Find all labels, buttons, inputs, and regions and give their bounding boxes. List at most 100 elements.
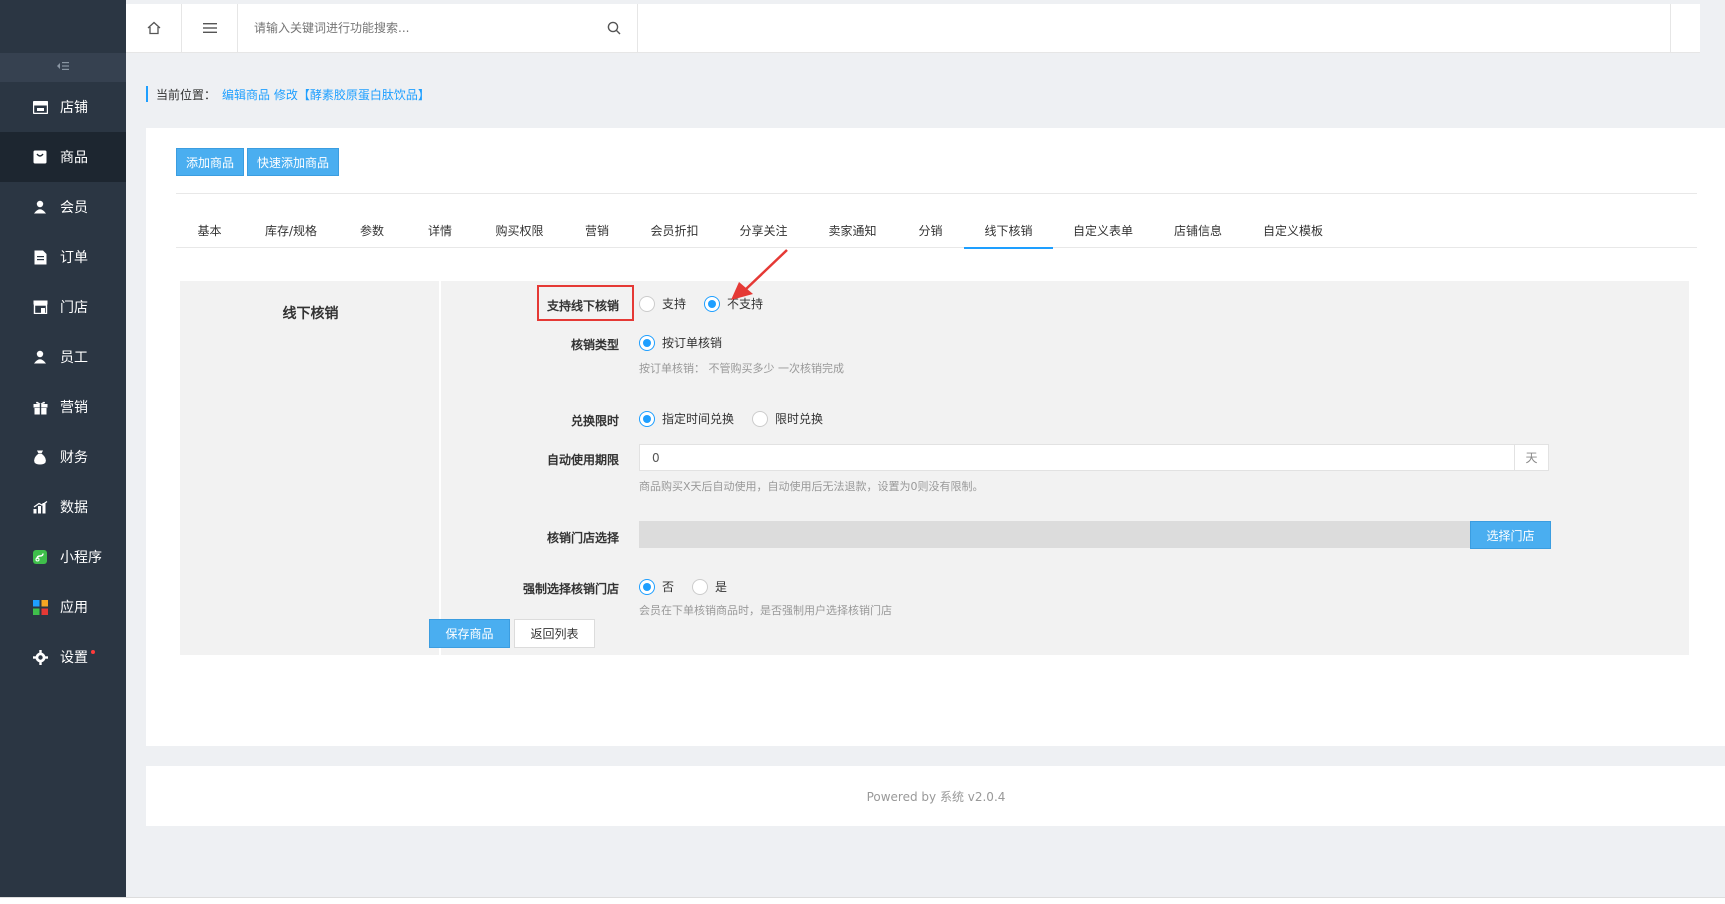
redeem-limit-label: 兑换限时 bbox=[570, 414, 619, 428]
main-panel: 添加商品 快速添加商品 基本 库存/规格 参数 详情 购买权限 营销 会员折扣 分享关注 卖家通… bbox=[146, 128, 1725, 746]
radio-force-yes[interactable]: 是 bbox=[692, 578, 727, 595]
select-store-button[interactable]: 选择门店 bbox=[1470, 521, 1551, 549]
force-store-radios: 否 是 bbox=[639, 578, 745, 595]
sidebar-item-8[interactable]: 数据 bbox=[0, 482, 126, 532]
home-button[interactable] bbox=[126, 3, 182, 53]
footer: Powered by 系统 v2.0.4 bbox=[146, 766, 1725, 826]
verify-type-radios: 按订单核销 bbox=[639, 334, 740, 351]
notification-dot bbox=[91, 650, 95, 654]
miniprogram-icon bbox=[32, 549, 48, 565]
sidebar-item-0[interactable]: 店铺 bbox=[0, 82, 126, 132]
radio-by-order[interactable]: 按订单核销 bbox=[639, 334, 722, 351]
sidebar-item-5[interactable]: 员工 bbox=[0, 332, 126, 382]
tab-8[interactable]: 卖家通知 bbox=[808, 212, 897, 248]
auto-use-input[interactable] bbox=[640, 445, 1514, 470]
bottom-strip bbox=[0, 897, 1725, 904]
auto-use-unit: 天 bbox=[1514, 445, 1548, 470]
member-icon bbox=[32, 199, 48, 215]
tab-3[interactable]: 详情 bbox=[405, 212, 475, 248]
radio-specified-time[interactable]: 指定时间兑换 bbox=[639, 410, 734, 427]
auto-use-label: 自动使用期限 bbox=[546, 453, 619, 467]
sidebar-item-4[interactable]: 门店 bbox=[0, 282, 126, 332]
sidebar-item-label: 订单 bbox=[60, 250, 88, 266]
tab-6[interactable]: 会员折扣 bbox=[630, 212, 719, 248]
form-fields: 支持线下核销 支持 不支持 核销类型 按订单核销 按订单核销： 不管购买多少 一… bbox=[443, 249, 1689, 655]
force-store-hint: 会员在下单核销商品时，是否强制用户选择核销门店 bbox=[639, 604, 892, 617]
top-bar bbox=[126, 3, 1700, 53]
sidebar-item-label: 财务 bbox=[60, 450, 88, 466]
finance-icon bbox=[32, 449, 48, 465]
search-bar bbox=[238, 3, 638, 53]
sidebar-item-6[interactable]: 营销 bbox=[0, 382, 126, 432]
collapse-icon bbox=[57, 62, 69, 73]
arrow-annotation bbox=[731, 249, 788, 300]
auto-use-field: 天 bbox=[639, 444, 1549, 471]
force-store-label: 强制选择核销门店 bbox=[522, 582, 619, 596]
tab-4[interactable]: 购买权限 bbox=[475, 212, 564, 248]
goods-icon bbox=[32, 149, 48, 165]
redeem-limit-radios: 指定时间兑换 限时兑换 bbox=[639, 410, 841, 427]
sidebar-item-label: 店铺 bbox=[60, 100, 88, 116]
offline-verify-form: 线下核销 支持线下核销 支持 不支持 核销类型 按订单核销 按订单核销： 不管购… bbox=[180, 249, 1689, 655]
store-icon bbox=[32, 99, 48, 115]
sidebar-item-9[interactable]: 小程序 bbox=[0, 532, 126, 582]
sidebar-item-10[interactable]: 应用 bbox=[0, 582, 126, 632]
radio-support[interactable]: 支持 bbox=[639, 295, 686, 312]
tab-13[interactable]: 自定义模板 bbox=[1243, 212, 1343, 248]
sidebar-item-1[interactable]: 商品 bbox=[0, 132, 126, 182]
radio-limited-time[interactable]: 限时兑换 bbox=[752, 410, 823, 427]
sidebar-item-3[interactable]: 订单 bbox=[0, 232, 126, 282]
sidebar-item-label: 员工 bbox=[60, 350, 88, 366]
tab-0[interactable]: 基本 bbox=[176, 212, 243, 248]
auto-use-hint: 商品购买X天后自动使用，自动使用后无法退款，设置为0则没有限制。 bbox=[639, 480, 984, 493]
menu-button[interactable] bbox=[182, 3, 238, 53]
sidebar-item-label: 设置 bbox=[60, 650, 88, 666]
tab-5[interactable]: 营销 bbox=[564, 212, 630, 248]
sidebar: 店铺商品会员订单门店员工营销财务数据小程序应用设置 bbox=[0, 0, 126, 897]
add-goods-button[interactable]: 添加商品 bbox=[176, 148, 245, 176]
breadcrumb-label: 当前位置： bbox=[156, 87, 217, 102]
gear-icon bbox=[32, 649, 48, 665]
sidebar-item-label: 数据 bbox=[60, 500, 88, 516]
sidebar-item-label: 应用 bbox=[60, 600, 88, 616]
sidebar-item-11[interactable]: 设置 bbox=[0, 632, 126, 682]
staff-icon bbox=[32, 349, 48, 365]
tab-9[interactable]: 分销 bbox=[897, 212, 964, 248]
sidebar-item-label: 小程序 bbox=[60, 550, 102, 566]
tab-7[interactable]: 分享关注 bbox=[719, 212, 808, 248]
order-icon bbox=[32, 249, 48, 265]
sidebar-item-7[interactable]: 财务 bbox=[0, 432, 126, 482]
tab-1[interactable]: 库存/规格 bbox=[243, 212, 339, 248]
breadcrumb: 当前位置： 编辑商品 修改【酵素胶原蛋白肽饮品】 bbox=[146, 86, 430, 102]
tab-12[interactable]: 店铺信息 bbox=[1153, 212, 1243, 248]
section-title: 线下核销 bbox=[282, 306, 339, 322]
quick-add-goods-button[interactable]: 快速添加商品 bbox=[247, 148, 340, 176]
sidebar-item-label: 营销 bbox=[60, 400, 88, 416]
sidebar-item-label: 会员 bbox=[60, 200, 88, 216]
verify-type-hint: 按订单核销： 不管购买多少 一次核销完成 bbox=[639, 362, 844, 375]
gift-icon bbox=[32, 399, 48, 415]
tab-bar: 基本 库存/规格 参数 详情 购买权限 营销 会员折扣 分享关注 卖家通知 分销 线下核销 自定义表单… bbox=[176, 212, 1697, 249]
home-icon bbox=[147, 21, 160, 35]
divider bbox=[176, 193, 1697, 194]
logo-area bbox=[0, 0, 126, 53]
topbar-right bbox=[1670, 4, 1700, 53]
tab-2[interactable]: 参数 bbox=[339, 212, 405, 248]
save-goods-button[interactable]: 保存商品 bbox=[429, 619, 510, 648]
breadcrumb-path[interactable]: 编辑商品 修改【酵素胶原蛋白肽饮品】 bbox=[222, 86, 430, 103]
tab-11[interactable]: 自定义表单 bbox=[1053, 212, 1153, 248]
search-icon[interactable] bbox=[607, 21, 621, 35]
search-input[interactable] bbox=[254, 21, 607, 35]
sidebar-item-label: 门店 bbox=[60, 300, 88, 316]
radio-force-no[interactable]: 否 bbox=[639, 578, 674, 595]
store-select-field[interactable] bbox=[639, 521, 1470, 548]
footer-text: Powered by 系统 v2.0.4 bbox=[866, 789, 1006, 804]
support-offline-label: 支持线下核销 bbox=[546, 299, 619, 313]
tab-10[interactable]: 线下核销 bbox=[964, 212, 1053, 249]
apps-icon bbox=[32, 599, 48, 615]
collapse-toggle[interactable] bbox=[0, 53, 126, 82]
back-to-list-button[interactable]: 返回列表 bbox=[514, 619, 595, 648]
sidebar-item-2[interactable]: 会员 bbox=[0, 182, 126, 232]
sidebar-item-label: 商品 bbox=[60, 150, 88, 166]
menu-icon bbox=[202, 23, 217, 33]
